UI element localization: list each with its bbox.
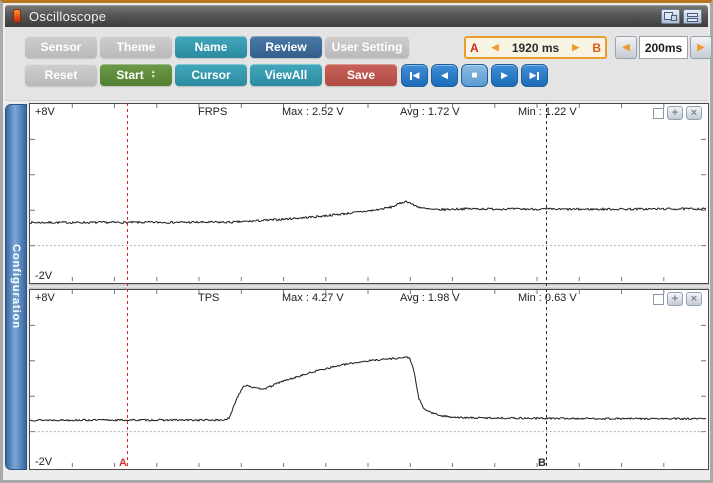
play-icon: ▶ (501, 70, 508, 80)
frps-checkbox[interactable] (653, 107, 664, 119)
play-button[interactable]: ▶ (491, 64, 518, 87)
stack-windows-icon[interactable] (683, 8, 702, 24)
frps-bottom-voltage-label: -2V (35, 270, 53, 282)
frps-avg-stat: Avg : 1.72 V (400, 106, 460, 118)
right-arrow-icon: ▶ (697, 42, 705, 53)
ab-range-value: 1920 ms (511, 40, 560, 55)
frps-channel-name: FRPS (198, 106, 228, 118)
toolbar: Sensor Theme Name Review User Setting Re… (5, 27, 712, 101)
oscilloscope-window: Oscilloscope Sensor Theme Name Review Us… (0, 0, 713, 483)
tps-bottom-voltage-label: -2V (35, 456, 53, 468)
save-button[interactable]: Save (325, 64, 397, 86)
theme-button[interactable]: Theme (100, 36, 172, 58)
cursor-a-label: A (470, 40, 479, 55)
cursor-b-label: B (592, 40, 601, 55)
tps-min-stat: Min : 0.63 V (518, 292, 577, 304)
ab-right-arrow-icon[interactable]: ▶ (572, 42, 579, 53)
tps-zoom-plus-button[interactable]: + (667, 292, 683, 306)
tps-close-button[interactable]: × (686, 292, 702, 306)
interval-right-arrow-button[interactable]: ▶ (690, 36, 712, 59)
bar-icon (537, 71, 540, 80)
viewall-button[interactable]: ViewAll (250, 64, 322, 86)
cursor-a-line[interactable] (127, 103, 128, 470)
user-setting-button[interactable]: User Setting (325, 36, 409, 58)
channel-panels: +8V FRPS Max : 2.52 V Avg : 1.72 V Min :… (29, 103, 709, 470)
panel-frps: +8V FRPS Max : 2.52 V Avg : 1.72 V Min :… (29, 103, 709, 284)
tps-checkbox[interactable] (653, 293, 664, 305)
tps-avg-stat: Avg : 1.98 V (400, 292, 460, 304)
thermometer-icon (13, 9, 21, 23)
reset-button[interactable]: Reset (25, 64, 97, 86)
spinner-arrows-icon: ▲ ▼ (151, 70, 156, 80)
frps-zoom-plus-button[interactable]: + (667, 106, 683, 120)
skip-to-end-button[interactable]: ▶ (521, 64, 548, 87)
stop-button[interactable]: ■ (461, 64, 488, 87)
tps-channel-name: TPS (198, 292, 220, 304)
left-arrow-icon: ◀ (622, 42, 630, 53)
frps-panel-controls: + × (653, 106, 702, 120)
frps-min-stat: Min : 1.22 V (518, 106, 577, 118)
sensor-button[interactable]: Sensor (25, 36, 97, 58)
tps-max-stat: Max : 4.27 V (282, 292, 344, 304)
tps-panel-controls: + × (653, 292, 702, 306)
start-label: Start (116, 68, 144, 82)
step-back-icon: ◀ (441, 70, 448, 80)
panel-tps: +8V TPS Max : 4.27 V Avg : 1.98 V Min : … (29, 289, 709, 470)
bar-icon (409, 71, 412, 80)
bar-shape (687, 12, 698, 17)
interval-control: ◀ 200ms ▶ (615, 36, 712, 59)
interval-value: 200ms (639, 36, 688, 59)
interval-left-arrow-button[interactable]: ◀ (615, 36, 637, 59)
name-button[interactable]: Name (175, 36, 247, 58)
step-back-button[interactable]: ◀ (431, 64, 458, 87)
frps-top-voltage-label: +8V (35, 106, 55, 118)
cursor-a-tag: A (119, 457, 127, 469)
cursor-b-line[interactable] (546, 103, 547, 470)
spinner-down-icon: ▼ (150, 74, 156, 80)
titlebar: Oscilloscope (5, 5, 708, 27)
stop-icon: ■ (471, 70, 478, 81)
tps-waveform (30, 290, 708, 469)
bar-shape (687, 17, 698, 22)
chart-area: Configuration +8V FRPS Max : 2.52 V Avg … (5, 103, 709, 475)
skip-start-icon: ◀ (412, 70, 420, 80)
ab-left-arrow-icon[interactable]: ◀ (492, 42, 499, 53)
tile-windows-icon[interactable] (661, 8, 680, 24)
window-title: Oscilloscope (29, 8, 107, 24)
titlebar-buttons (661, 8, 702, 24)
window-shape (671, 14, 677, 21)
frps-waveform (30, 104, 708, 283)
cursor-b-tag: B (538, 457, 546, 469)
skip-end-icon: ▶ (529, 70, 537, 80)
playback-controls: ◀ ◀ ■ ▶ ▶ (401, 64, 548, 87)
ab-range-box: A ◀ 1920 ms ▶ B (464, 36, 607, 59)
configuration-tab[interactable]: Configuration (5, 104, 27, 470)
start-button[interactable]: Start ▲ ▼ (100, 64, 172, 86)
review-button[interactable]: Review (250, 36, 322, 58)
skip-to-start-button[interactable]: ◀ (401, 64, 428, 87)
cursor-button[interactable]: Cursor (175, 64, 247, 86)
tps-top-voltage-label: +8V (35, 292, 55, 304)
frps-close-button[interactable]: × (686, 106, 702, 120)
frps-max-stat: Max : 2.52 V (282, 106, 344, 118)
